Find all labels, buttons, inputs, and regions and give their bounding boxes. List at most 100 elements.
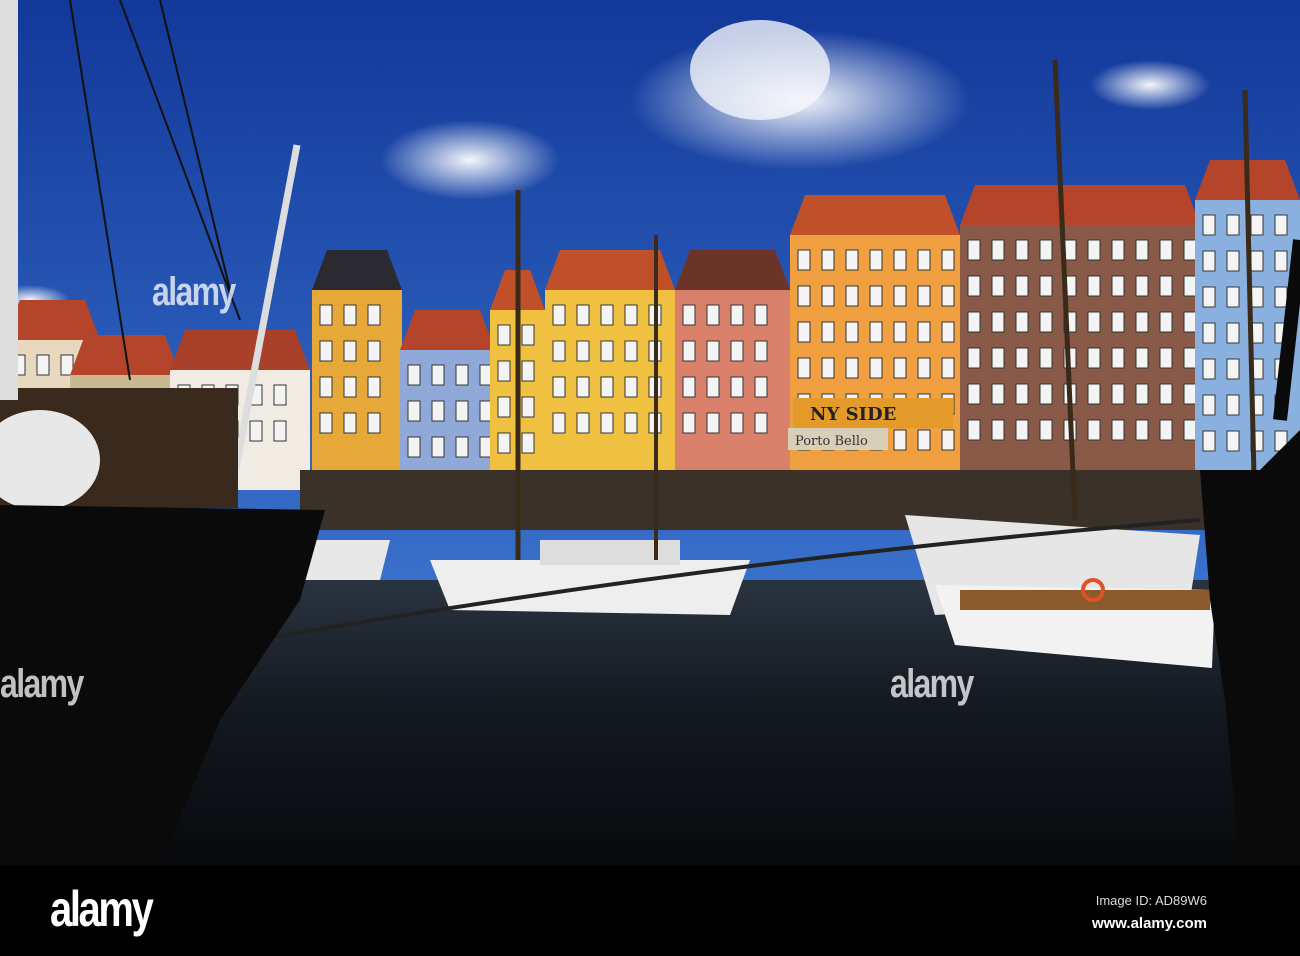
window	[967, 383, 981, 405]
window	[730, 304, 744, 326]
window	[991, 383, 1005, 405]
window	[319, 376, 333, 398]
window	[821, 321, 835, 343]
window	[576, 340, 590, 362]
window	[730, 376, 744, 398]
window	[1015, 239, 1029, 261]
window	[343, 412, 357, 434]
window	[600, 304, 614, 326]
window	[1159, 383, 1173, 405]
window	[967, 275, 981, 297]
window	[1087, 311, 1101, 333]
window	[343, 340, 357, 362]
window	[1183, 275, 1197, 297]
window	[1015, 275, 1029, 297]
window	[869, 285, 883, 307]
window	[893, 249, 907, 271]
window	[1135, 311, 1149, 333]
window	[991, 275, 1005, 297]
window	[367, 304, 381, 326]
roof	[790, 195, 960, 235]
window	[1015, 347, 1029, 369]
photo-frame: NY SIDE Porto Bello alamy alamy alamy al…	[0, 0, 1300, 956]
window	[431, 436, 445, 458]
window	[1226, 286, 1240, 308]
window	[1159, 239, 1173, 261]
window	[1015, 419, 1029, 441]
window	[821, 249, 835, 271]
window	[1159, 347, 1173, 369]
window	[497, 324, 511, 346]
window	[521, 360, 535, 382]
website-link[interactable]: www.alamy.com	[1092, 915, 1207, 932]
window	[754, 412, 768, 434]
window	[754, 376, 768, 398]
image-id: Image ID: AD89W6	[1095, 893, 1207, 908]
window	[521, 324, 535, 346]
window	[991, 311, 1005, 333]
window	[273, 420, 287, 442]
window	[967, 347, 981, 369]
window	[869, 249, 883, 271]
window	[1135, 275, 1149, 297]
watermark: alamy	[152, 270, 236, 314]
window	[600, 376, 614, 398]
window	[1159, 275, 1173, 297]
window	[1135, 383, 1149, 405]
window	[754, 304, 768, 326]
window	[1202, 286, 1216, 308]
roof	[400, 310, 495, 350]
window	[1039, 383, 1053, 405]
window	[917, 357, 931, 379]
window	[319, 304, 333, 326]
window	[1015, 383, 1029, 405]
window	[431, 364, 445, 386]
window	[845, 357, 859, 379]
window	[407, 364, 421, 386]
window	[455, 436, 469, 458]
roof	[70, 335, 180, 375]
window	[1226, 394, 1240, 416]
window	[797, 321, 811, 343]
window	[797, 249, 811, 271]
restaurant-awning: Porto Bello	[795, 434, 868, 449]
window	[1039, 239, 1053, 261]
window	[797, 357, 811, 379]
window	[600, 412, 614, 434]
roof	[312, 250, 402, 290]
window	[706, 376, 720, 398]
roof	[960, 185, 1200, 225]
window	[1202, 394, 1216, 416]
window	[624, 376, 638, 398]
window	[991, 347, 1005, 369]
window	[367, 412, 381, 434]
window	[249, 420, 263, 442]
window	[1202, 214, 1216, 236]
window	[706, 412, 720, 434]
window	[497, 432, 511, 454]
window	[319, 340, 333, 362]
window	[682, 340, 696, 362]
window	[1087, 275, 1101, 297]
window	[343, 376, 357, 398]
window	[754, 340, 768, 362]
window	[1226, 358, 1240, 380]
window	[941, 249, 955, 271]
window	[552, 304, 566, 326]
window	[941, 285, 955, 307]
window	[273, 384, 287, 406]
window	[1183, 311, 1197, 333]
window	[1111, 311, 1125, 333]
alamy-logo[interactable]: alamy	[50, 880, 154, 938]
footer-bar	[0, 866, 1300, 956]
window	[552, 340, 566, 362]
window	[1226, 250, 1240, 272]
window	[967, 311, 981, 333]
window	[367, 340, 381, 362]
window	[521, 396, 535, 418]
window	[1183, 347, 1197, 369]
window	[497, 396, 511, 418]
window	[624, 340, 638, 362]
window	[1202, 322, 1216, 344]
window	[1087, 383, 1101, 405]
